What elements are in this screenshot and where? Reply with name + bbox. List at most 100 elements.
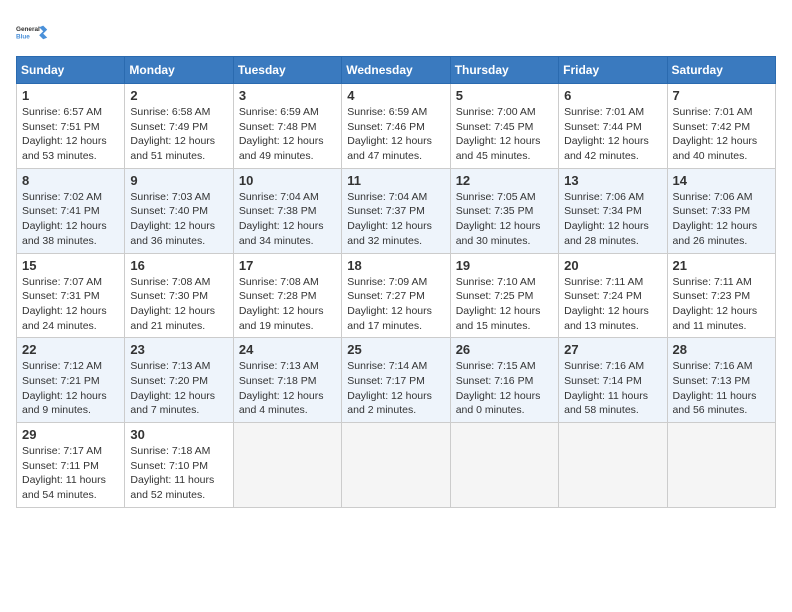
day-number: 10 [239,173,336,188]
calendar-day-cell: 3Sunrise: 6:59 AM Sunset: 7:48 PM Daylig… [233,84,341,169]
day-info: Sunrise: 6:59 AM Sunset: 7:48 PM Dayligh… [239,105,336,164]
calendar-day-cell [342,423,450,508]
calendar-day-cell: 24 Sunrise: 7:13 AM Sunset: 7:18 PM Dayli… [233,338,341,423]
day-number: 28 [673,342,770,357]
calendar-day-cell: 8 Sunrise: 7:02 AM Sunset: 7:41 PM Daylig… [17,168,125,253]
calendar-day-cell: 19 Sunrise: 7:10 AM Sunset: 7:25 PM Dayli… [450,253,558,338]
logo: GeneralBlue [16,16,48,48]
day-number: 2 [130,88,227,103]
calendar-day-cell [559,423,667,508]
day-info: Sunrise: 7:11 AM Sunset: 7:23 PM Dayligh… [673,275,770,334]
calendar-day-cell: 30Sunrise: 7:18 AM Sunset: 7:10 PM Dayli… [125,423,233,508]
calendar-day-cell: 16Sunrise: 7:08 AM Sunset: 7:30 PM Dayli… [125,253,233,338]
day-number: 19 [456,258,553,273]
calendar-day-cell: 14 Sunrise: 7:06 AM Sunset: 7:33 PM Dayli… [667,168,775,253]
weekday-header-saturday: Saturday [667,57,775,84]
weekday-header-wednesday: Wednesday [342,57,450,84]
day-info: Sunrise: 7:18 AM Sunset: 7:10 PM Dayligh… [130,444,227,503]
day-info: Sunrise: 7:11 AM Sunset: 7:24 PM Dayligh… [564,275,661,334]
day-info: Sunrise: 7:02 AM Sunset: 7:41 PM Dayligh… [22,190,119,249]
calendar-day-cell: 1 Sunrise: 6:57 AM Sunset: 7:51 PM Daylig… [17,84,125,169]
weekday-header-friday: Friday [559,57,667,84]
day-info: Sunrise: 7:05 AM Sunset: 7:35 PM Dayligh… [456,190,553,249]
day-info: Sunrise: 7:15 AM Sunset: 7:16 PM Dayligh… [456,359,553,418]
day-info: Sunrise: 7:00 AM Sunset: 7:45 PM Dayligh… [456,105,553,164]
day-info: Sunrise: 7:08 AM Sunset: 7:28 PM Dayligh… [239,275,336,334]
weekday-header-monday: Monday [125,57,233,84]
day-number: 6 [564,88,661,103]
day-number: 9 [130,173,227,188]
weekday-header-thursday: Thursday [450,57,558,84]
day-info: Sunrise: 7:13 AM Sunset: 7:18 PM Dayligh… [239,359,336,418]
calendar-week-row: 8 Sunrise: 7:02 AM Sunset: 7:41 PM Daylig… [17,168,776,253]
calendar-day-cell [450,423,558,508]
day-number: 1 [22,88,119,103]
calendar-day-cell: 22Sunrise: 7:12 AM Sunset: 7:21 PM Dayli… [17,338,125,423]
calendar-day-cell: 21 Sunrise: 7:11 AM Sunset: 7:23 PM Dayli… [667,253,775,338]
calendar-day-cell [667,423,775,508]
day-number: 12 [456,173,553,188]
calendar-day-cell: 18 Sunrise: 7:09 AM Sunset: 7:27 PM Dayli… [342,253,450,338]
weekday-header-row: SundayMondayTuesdayWednesdayThursdayFrid… [17,57,776,84]
day-number: 23 [130,342,227,357]
day-info: Sunrise: 7:06 AM Sunset: 7:33 PM Dayligh… [673,190,770,249]
day-number: 26 [456,342,553,357]
logo-icon: GeneralBlue [16,16,48,48]
svg-text:Blue: Blue [16,33,30,40]
calendar-day-cell: 9 Sunrise: 7:03 AM Sunset: 7:40 PM Daylig… [125,168,233,253]
day-info: Sunrise: 7:12 AM Sunset: 7:21 PM Dayligh… [22,359,119,418]
calendar-day-cell: 5 Sunrise: 7:00 AM Sunset: 7:45 PM Daylig… [450,84,558,169]
calendar-day-cell: 23 Sunrise: 7:13 AM Sunset: 7:20 PM Dayli… [125,338,233,423]
day-number: 13 [564,173,661,188]
calendar-day-cell: 15 Sunrise: 7:07 AM Sunset: 7:31 PM Dayli… [17,253,125,338]
calendar-day-cell: 27Sunrise: 7:16 AM Sunset: 7:14 PM Dayli… [559,338,667,423]
calendar-day-cell: 17 Sunrise: 7:08 AM Sunset: 7:28 PM Dayli… [233,253,341,338]
calendar-day-cell: 10 Sunrise: 7:04 AM Sunset: 7:38 PM Dayli… [233,168,341,253]
day-info: Sunrise: 7:10 AM Sunset: 7:25 PM Dayligh… [456,275,553,334]
day-info: Sunrise: 7:09 AM Sunset: 7:27 PM Dayligh… [347,275,444,334]
day-number: 24 [239,342,336,357]
calendar-day-cell [233,423,341,508]
day-info: Sunrise: 6:58 AM Sunset: 7:49 PM Dayligh… [130,105,227,164]
day-number: 20 [564,258,661,273]
day-info: Sunrise: 7:14 AM Sunset: 7:17 PM Dayligh… [347,359,444,418]
day-info: Sunrise: 7:16 AM Sunset: 7:13 PM Dayligh… [673,359,770,418]
calendar-day-cell: 25Sunrise: 7:14 AM Sunset: 7:17 PM Dayli… [342,338,450,423]
calendar-week-row: 15 Sunrise: 7:07 AM Sunset: 7:31 PM Dayli… [17,253,776,338]
calendar-day-cell: 2 Sunrise: 6:58 AM Sunset: 7:49 PM Daylig… [125,84,233,169]
calendar-day-cell: 28 Sunrise: 7:16 AM Sunset: 7:13 PM Dayli… [667,338,775,423]
day-info: Sunrise: 6:57 AM Sunset: 7:51 PM Dayligh… [22,105,119,164]
calendar-week-row: 22Sunrise: 7:12 AM Sunset: 7:21 PM Dayli… [17,338,776,423]
calendar-day-cell: 26 Sunrise: 7:15 AM Sunset: 7:16 PM Dayli… [450,338,558,423]
day-info: Sunrise: 7:04 AM Sunset: 7:38 PM Dayligh… [239,190,336,249]
day-number: 29 [22,427,119,442]
day-number: 21 [673,258,770,273]
weekday-header-tuesday: Tuesday [233,57,341,84]
calendar-week-row: 29Sunrise: 7:17 AM Sunset: 7:11 PM Dayli… [17,423,776,508]
day-info: Sunrise: 7:07 AM Sunset: 7:31 PM Dayligh… [22,275,119,334]
day-number: 18 [347,258,444,273]
day-number: 27 [564,342,661,357]
day-info: Sunrise: 7:04 AM Sunset: 7:37 PM Dayligh… [347,190,444,249]
calendar-day-cell: 11 Sunrise: 7:04 AM Sunset: 7:37 PM Dayli… [342,168,450,253]
day-number: 15 [22,258,119,273]
day-number: 14 [673,173,770,188]
svg-text:General: General [16,26,40,33]
day-info: Sunrise: 7:13 AM Sunset: 7:20 PM Dayligh… [130,359,227,418]
day-number: 17 [239,258,336,273]
calendar-day-cell: 20 Sunrise: 7:11 AM Sunset: 7:24 PM Dayli… [559,253,667,338]
weekday-header-sunday: Sunday [17,57,125,84]
day-info: Sunrise: 7:08 AM Sunset: 7:30 PM Dayligh… [130,275,227,334]
calendar-day-cell: 6Sunrise: 7:01 AM Sunset: 7:44 PM Daylig… [559,84,667,169]
day-info: Sunrise: 7:03 AM Sunset: 7:40 PM Dayligh… [130,190,227,249]
day-number: 4 [347,88,444,103]
day-info: Sunrise: 7:06 AM Sunset: 7:34 PM Dayligh… [564,190,661,249]
calendar-day-cell: 13 Sunrise: 7:06 AM Sunset: 7:34 PM Dayli… [559,168,667,253]
day-number: 7 [673,88,770,103]
day-number: 11 [347,173,444,188]
calendar-table: SundayMondayTuesdayWednesdayThursdayFrid… [16,56,776,508]
day-number: 5 [456,88,553,103]
calendar-day-cell: 7Sunrise: 7:01 AM Sunset: 7:42 PM Daylig… [667,84,775,169]
day-number: 8 [22,173,119,188]
calendar-day-cell: 4Sunrise: 6:59 AM Sunset: 7:46 PM Daylig… [342,84,450,169]
